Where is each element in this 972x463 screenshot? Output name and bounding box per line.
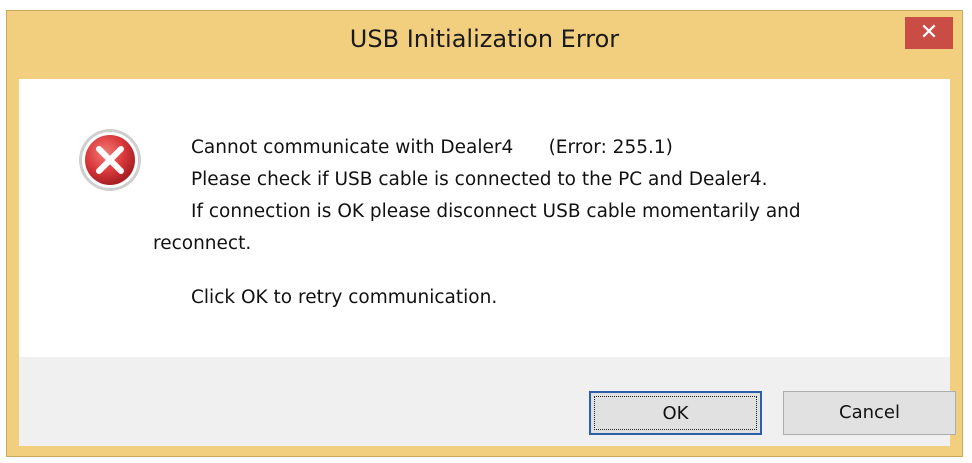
title-bar[interactable]: USB Initialization Error ✕ — [7, 11, 962, 79]
close-icon: ✕ — [919, 20, 939, 45]
message-line-5: Click OK to retry communication. — [191, 287, 498, 308]
button-bar: OK Cancel — [19, 357, 956, 446]
close-button[interactable]: ✕ — [905, 17, 953, 49]
dialog-content: Cannot communicate with Dealer4 (Error: … — [19, 79, 956, 446]
message-line-1: Cannot communicate with Dealer4 (Error: … — [191, 137, 673, 158]
error-icon — [79, 129, 141, 191]
dialog-title: USB Initialization Error — [349, 25, 620, 53]
message-line-2: Please check if USB cable is connected t… — [191, 169, 768, 190]
message-line-4: reconnect. — [153, 233, 252, 254]
dialog-window: USB Initialization Error ✕ Cannot commun… — [6, 10, 963, 457]
ok-button[interactable]: OK — [589, 391, 762, 435]
error-message: Cannot communicate with Dealer4 (Error: … — [153, 132, 913, 314]
message-line-3: If connection is OK please disconnect US… — [191, 201, 801, 222]
cancel-button[interactable]: Cancel — [783, 391, 956, 435]
